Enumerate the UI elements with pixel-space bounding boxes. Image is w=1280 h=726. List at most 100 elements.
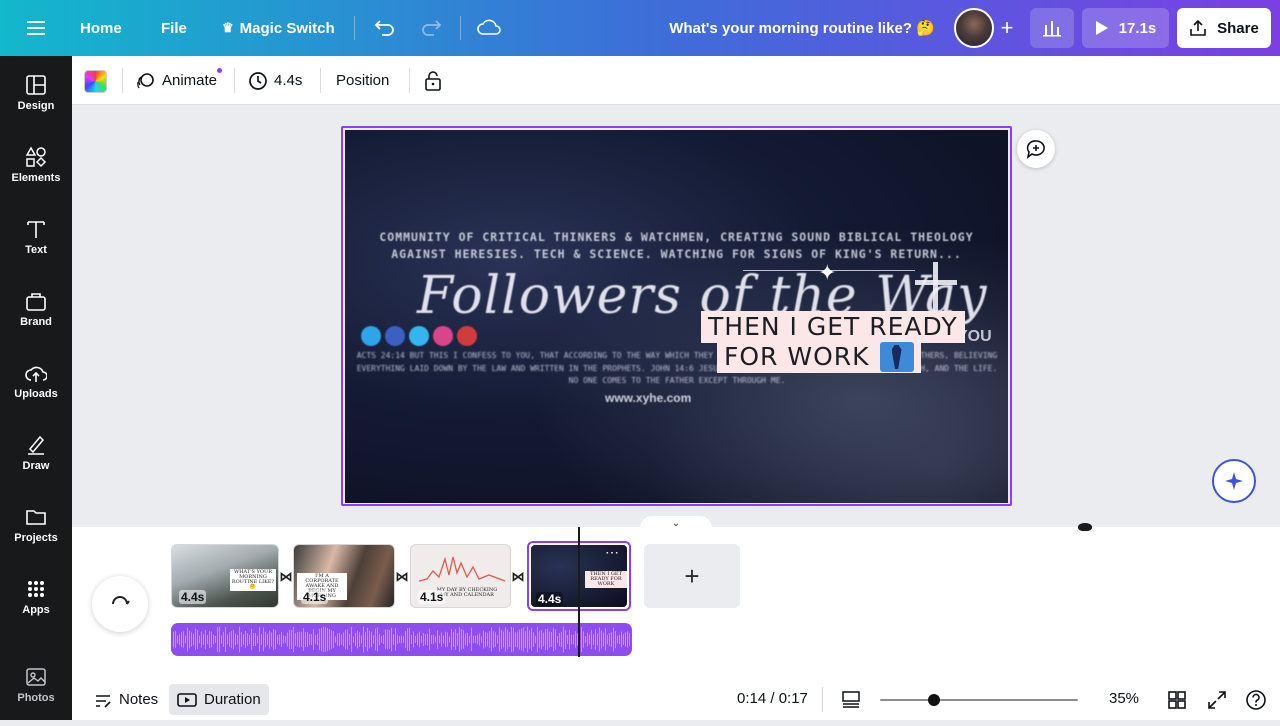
magic-switch-label: Magic Switch [239,19,335,37]
sidebar-item-label: Text [25,244,47,256]
clip-duration: 4.1s [301,590,329,604]
sidebar-item-photos[interactable]: Photos [0,666,72,726]
sidebar-item-apps[interactable]: Apps [0,578,72,638]
facebook-icon [385,326,405,346]
time-readout: 0:14 / 0:17 [737,690,808,707]
play-icon [1095,21,1108,35]
magic-switch-button[interactable]: ♛ Magic Switch [222,0,335,56]
sparkle-icon: ✦ [818,260,837,285]
playhead-handle[interactable] [1078,523,1092,531]
duration-label: Duration [204,691,261,708]
new-indicator-dot [217,68,222,73]
magic-assistant-button[interactable] [1212,459,1256,503]
clip-duration: 4.4s [536,592,564,606]
zoom-level[interactable]: 35% [1092,690,1156,707]
necktie-emoji-icon [879,342,914,372]
notes-icon [96,694,111,708]
caption-line-2-text: FOR WORK [724,342,870,371]
add-comment-button[interactable] [1017,130,1055,168]
sidebar-item-elements[interactable]: Elements [0,146,72,206]
divider [460,16,461,40]
menu-icon[interactable] [20,0,52,56]
cloud-save-icon[interactable] [476,0,502,56]
timeline-clip-2[interactable]: I'M A CORPORATE AWAKE AND BEGIN MY MORNI… [293,544,395,608]
more-options-icon[interactable]: ⋯ [605,545,619,559]
slide-page[interactable]: COMMUNITY OF CRITICAL THINKERS & WATCHME… [345,130,1008,503]
zoom-slider-handle[interactable] [928,694,940,706]
social-icons-row [361,326,477,346]
sidebar-item-brand[interactable]: Brand [0,290,72,350]
timing-button[interactable]: 4.4s [248,56,302,105]
home-button[interactable]: Home [80,0,122,56]
sidebar-item-label: Apps [22,604,50,616]
audio-track[interactable] [171,623,632,656]
animate-icon [137,72,154,88]
add-page-button[interactable]: + [644,544,740,608]
redo-icon[interactable] [418,0,444,56]
fullscreen-icon[interactable] [1206,689,1228,711]
transition-icon[interactable]: ⋈ [279,569,293,585]
upload-icon [25,366,47,382]
sidebar-item-label: Projects [14,532,58,544]
notes-button[interactable]: Notes [88,684,164,715]
bar-chart-icon [1043,21,1061,37]
timing-label: 4.4s [274,72,303,89]
slide-website[interactable]: www.xyhe.com [605,391,691,405]
present-button[interactable]: 17.1s [1082,8,1169,48]
animate-button[interactable]: Animate [136,56,217,105]
video-icon [177,692,197,707]
color-picker-swatch[interactable] [84,70,107,93]
sidebar-item-label: Photos [17,692,55,704]
social-icon [361,326,381,346]
file-menu-button[interactable]: File [161,0,187,56]
share-icon [1190,19,1206,36]
position-button[interactable]: Position [336,56,389,105]
playhead[interactable] [578,523,1092,657]
transition-icon[interactable]: ⋈ [395,569,409,585]
twitter-icon [409,326,429,346]
grid-view-icon[interactable] [1166,689,1188,711]
caption-line-2[interactable]: FOR WORK [717,341,921,373]
avatar[interactable] [954,8,994,48]
clip-caption: WHAT'S YOUR MORNING ROUTINE LIKE? 🤔 [230,569,276,591]
duration-button[interactable]: Duration [169,684,269,715]
sidebar-item-uploads[interactable]: Uploads [0,362,72,422]
draw-icon [28,435,45,455]
sidebar-item-label: Elements [11,172,61,184]
timeline-panel: ⌄ WHAT'S YOUR MORNING ROUTINE LIKE? 🤔 4.… [72,516,1280,720]
slide-tagline-1[interactable]: COMMUNITY OF CRITICAL THINKERS & WATCHME… [345,230,1008,244]
crown-icon: ♛ [222,20,234,35]
document-title[interactable]: What's your morning routine like? 🤔 [650,0,954,56]
clip-duration: 4.4s [179,590,207,604]
slide-tagline-2[interactable]: AGAINST HERESIES. TECH & SCIENCE. WATCHI… [345,247,1008,261]
clip-caption: THEN I GET READY FOR WORK [585,571,627,588]
comment-icon [1026,140,1045,159]
page-view-icon[interactable] [840,687,862,712]
sparkle-icon [1225,472,1243,490]
sidebar-item-text[interactable]: Text [0,218,72,278]
audio-waveform [173,626,630,653]
timeline-clip-3[interactable]: MY DAY BY CHECKING MY AND CALENDAR 4.1s [410,544,511,608]
sidebar-item-projects[interactable]: Projects [0,506,72,566]
insights-button[interactable] [1030,8,1074,48]
animate-label: Animate [162,72,218,89]
clock-icon [249,71,267,90]
zoom-slider[interactable] [880,694,1078,706]
caption-line-1[interactable]: THEN I GET READY [701,311,965,343]
help-icon[interactable] [1245,689,1267,711]
brand-icon [26,293,46,311]
share-button[interactable]: Share [1177,8,1271,48]
add-collaborator-icon[interactable]: + [994,0,1020,56]
undo-icon[interactable] [372,0,398,56]
instagram-icon [433,326,453,346]
sidebar-item-design[interactable]: Design [0,74,72,134]
lock-icon[interactable] [422,56,444,105]
divider [822,687,823,712]
sidebar-item-label: Brand [20,316,52,328]
timeline-clip-1[interactable]: WHAT'S YOUR MORNING ROUTINE LIKE? 🤔 4.4s [171,544,279,608]
transition-icon[interactable]: ⋈ [511,569,525,585]
divider [354,16,355,40]
elements-icon [25,146,47,168]
collapse-timeline-icon[interactable]: ⌄ [640,516,712,530]
sidebar-item-draw[interactable]: Draw [0,434,72,494]
